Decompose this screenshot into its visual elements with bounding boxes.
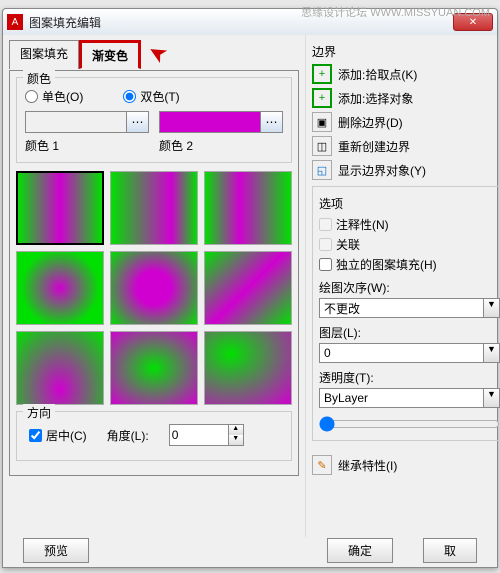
- recreate-boundary-label[interactable]: 重新创建边界: [338, 138, 410, 155]
- recreate-boundary-icon[interactable]: ◫: [312, 136, 332, 156]
- chevron-down-icon[interactable]: ▼: [484, 343, 500, 363]
- layer-combo[interactable]: ▼: [319, 343, 500, 363]
- preview-button[interactable]: 预览: [23, 538, 89, 563]
- gradient-preset-9[interactable]: [204, 331, 292, 405]
- color2-swatch: [160, 112, 260, 132]
- independent-checkbox[interactable]: 独立的图案填充(H): [319, 256, 500, 273]
- gradient-preset-2[interactable]: [110, 171, 198, 245]
- direction-group: 方向 居中(C) 角度(L): ▲▼: [16, 411, 292, 461]
- watermark-text: 思缘设计论坛 WWW.MISSYUAN.COM: [301, 4, 490, 20]
- add-pick-icon[interactable]: +: [312, 64, 332, 84]
- left-pane: 图案填充 渐变色 ➤ 颜色 单色(O) 双色(T) ⋯ 颜色 1: [3, 35, 305, 537]
- tabs: 图案填充 渐变色 ➤: [9, 39, 299, 68]
- dialog-window: A 图案填充编辑 ✕ 图案填充 渐变色 ➤ 颜色 单色(O) 双色(T): [2, 8, 498, 568]
- transparency-slider[interactable]: [319, 416, 500, 432]
- show-boundary-icon[interactable]: ◱: [312, 160, 332, 180]
- draw-order-combo[interactable]: ▼: [319, 298, 500, 318]
- radio-two-color[interactable]: 双色(T): [123, 88, 179, 105]
- transparency-input[interactable]: [319, 388, 484, 408]
- color2-dropdown-icon[interactable]: ⋯: [260, 112, 282, 132]
- transparency-combo[interactable]: ▼: [319, 388, 500, 408]
- inherit-label[interactable]: 继承特性(I): [338, 457, 397, 474]
- spin-up-icon[interactable]: ▲: [229, 425, 243, 435]
- color2-label: 颜色 2: [159, 137, 283, 154]
- ok-button[interactable]: 确定: [327, 538, 393, 563]
- gradient-preset-5[interactable]: [110, 251, 198, 325]
- boundary-title: 边界: [312, 43, 500, 60]
- layer-input[interactable]: [319, 343, 484, 363]
- show-boundary-label[interactable]: 显示边界对象(Y): [338, 162, 426, 179]
- color-group: 颜色 单色(O) 双色(T) ⋯ 颜色 1 ⋯ 颜色 2: [16, 77, 292, 163]
- angle-input[interactable]: [169, 424, 229, 446]
- gradient-preset-grid: [16, 171, 292, 405]
- associative-checkbox[interactable]: 关联: [319, 236, 500, 253]
- remove-boundary-icon[interactable]: ▣: [312, 112, 332, 132]
- tab-gradient[interactable]: 渐变色: [79, 40, 141, 69]
- cancel-button[interactable]: 取: [423, 538, 477, 563]
- color-group-title: 颜色: [23, 70, 55, 87]
- spin-down-icon[interactable]: ▼: [229, 435, 243, 445]
- add-select-icon[interactable]: +: [312, 88, 332, 108]
- add-select-label[interactable]: 添加:选择对象: [338, 90, 413, 107]
- right-pane: 边界 +添加:拾取点(K) +添加:选择对象 ▣删除边界(D) ◫重新创建边界 …: [305, 35, 500, 537]
- gradient-preset-7[interactable]: [16, 331, 104, 405]
- gradient-preset-4[interactable]: [16, 251, 104, 325]
- inherit-icon[interactable]: ✎: [312, 455, 332, 475]
- remove-boundary-label[interactable]: 删除边界(D): [338, 114, 403, 131]
- gradient-preset-3[interactable]: [204, 171, 292, 245]
- chevron-down-icon[interactable]: ▼: [484, 388, 500, 408]
- annotation-arrow: ➤: [144, 38, 171, 68]
- transparency-label: 透明度(T):: [319, 369, 500, 386]
- chevron-down-icon[interactable]: ▼: [484, 298, 500, 318]
- annotative-checkbox[interactable]: 注释性(N): [319, 216, 500, 233]
- gradient-preset-6[interactable]: [204, 251, 292, 325]
- angle-label: 角度(L):: [107, 427, 149, 444]
- tab-pattern-fill[interactable]: 图案填充: [9, 40, 79, 69]
- options-group: 选项 注释性(N) 关联 独立的图案填充(H) 绘图次序(W): ▼ 图层(L)…: [312, 186, 500, 441]
- layer-label: 图层(L):: [319, 324, 500, 341]
- color1-picker[interactable]: ⋯ 颜色 1: [25, 111, 149, 154]
- radio-one-color[interactable]: 单色(O): [25, 88, 83, 105]
- color1-label: 颜色 1: [25, 137, 149, 154]
- draw-order-label: 绘图次序(W):: [319, 279, 500, 296]
- draw-order-input[interactable]: [319, 298, 484, 318]
- centered-checkbox[interactable]: 居中(C): [29, 427, 87, 444]
- color2-picker[interactable]: ⋯ 颜色 2: [159, 111, 283, 154]
- dialog-footer: 预览 确定 取: [3, 538, 497, 563]
- add-pick-label[interactable]: 添加:拾取点(K): [338, 66, 417, 83]
- options-title: 选项: [319, 195, 500, 212]
- gradient-preset-1[interactable]: [16, 171, 104, 245]
- app-icon: A: [7, 14, 23, 30]
- color1-swatch: [26, 112, 126, 132]
- gradient-preset-8[interactable]: [110, 331, 198, 405]
- angle-spinner[interactable]: ▲▼: [169, 424, 244, 446]
- color1-dropdown-icon[interactable]: ⋯: [126, 112, 148, 132]
- tab-content: 颜色 单色(O) 双色(T) ⋯ 颜色 1 ⋯ 颜色 2: [9, 70, 299, 476]
- direction-title: 方向: [23, 404, 55, 421]
- dialog-body: 图案填充 渐变色 ➤ 颜色 单色(O) 双色(T) ⋯ 颜色 1: [3, 35, 497, 537]
